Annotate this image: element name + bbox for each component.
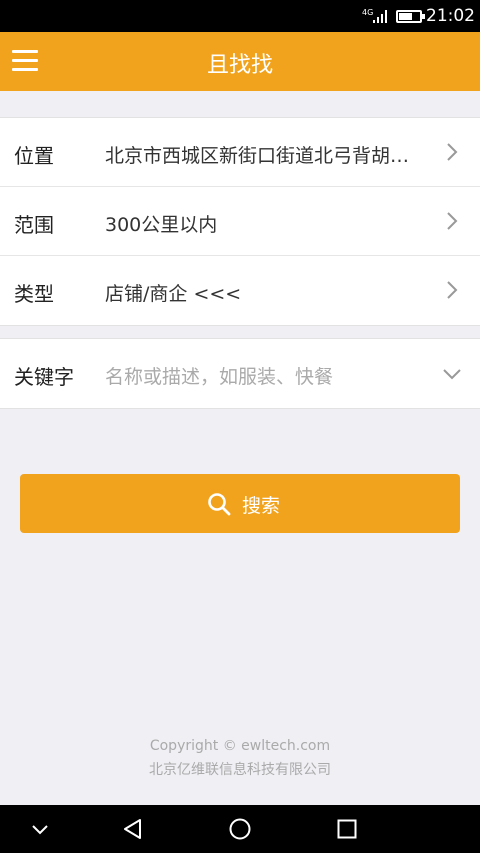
keyword-card: 关键字 名称或描述，如服装、快餐 [0,338,480,409]
location-label: 位置 [14,144,54,168]
app-bar: 且找找 [0,32,480,91]
search-button[interactable]: 搜索 [20,474,460,533]
chevron-right-icon [447,212,458,230]
recents-icon[interactable] [335,817,359,841]
range-value: 300公里以内 [105,214,218,236]
location-row[interactable]: 位置 北京市西城区新街口街道北弓背胡… [0,118,480,187]
chevron-right-icon [447,143,458,161]
keyword-row: 关键字 名称或描述，如服装、快餐 [0,339,480,408]
home-icon[interactable] [228,817,252,841]
signal-icon [373,10,387,23]
network-type: 4G [362,8,374,17]
system-nav-bar [0,805,480,853]
battery-icon [396,10,425,23]
chevron-down-icon[interactable] [28,817,52,841]
type-value: 店铺/商企 <<< [105,283,242,305]
location-value: 北京市西城区新街口街道北弓背胡… [105,145,410,167]
range-row[interactable]: 范围 300公里以内 [0,187,480,256]
search-button-label: 搜索 [242,496,281,517]
keyword-label: 关键字 [14,365,74,389]
search-icon [208,493,231,516]
range-label: 范围 [14,213,54,237]
back-icon[interactable] [121,817,145,841]
clock: 21:02 [426,6,475,26]
chevron-down-icon[interactable] [442,364,462,384]
chevron-right-icon [447,281,458,299]
keyword-input[interactable]: 名称或描述，如服装、快餐 [105,362,425,389]
page-title: 且找找 [206,53,273,78]
copyright-text: Copyright © ewltech.com [149,738,331,754]
company-name: 北京亿维联信息科技有限公司 [149,762,331,778]
status-bar: 4G 21:02 [0,0,480,32]
type-label: 类型 [14,282,54,306]
type-row[interactable]: 类型 店铺/商企 <<< [0,256,480,325]
filter-card: 位置 北京市西城区新街口街道北弓背胡… 范围 300公里以内 类型 店铺/商企 … [0,117,480,326]
